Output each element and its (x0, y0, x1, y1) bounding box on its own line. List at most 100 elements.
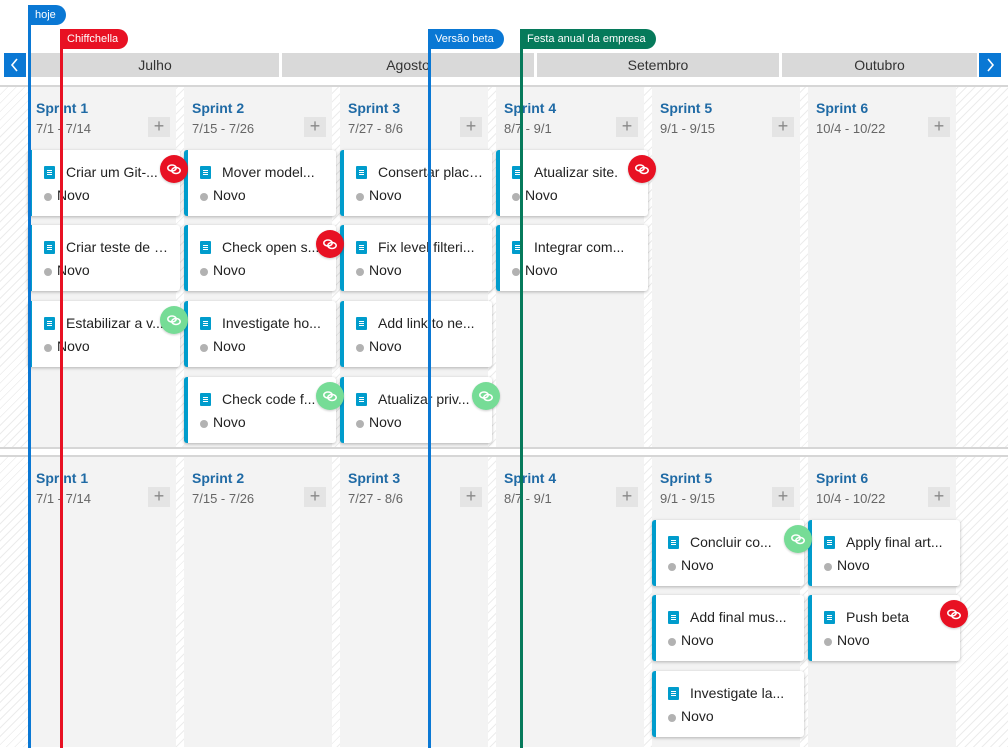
backlog-item-icon (200, 393, 211, 406)
work-item-card[interactable]: Fix level filteri... Novo (340, 225, 492, 291)
work-item-title[interactable]: Criar um Git-... (66, 164, 172, 180)
backlog-item-icon (356, 166, 367, 179)
sprint-column: Sprint 3 7/27 - 8/6 + Consertar placa... Nov… (340, 87, 500, 447)
work-item-state: Novo (369, 338, 402, 354)
work-item-card[interactable]: Criar teste de u... Novo (28, 225, 180, 291)
work-item-card[interactable]: Investigate la... Novo (652, 671, 804, 737)
work-item-title[interactable]: Criar teste de u... (66, 239, 172, 255)
sprint-dates: 7/1 - 7/14 (36, 121, 91, 136)
work-item-title[interactable]: Push beta (846, 609, 952, 625)
backlog-item-icon (200, 317, 211, 330)
state-dot-icon (356, 420, 364, 428)
work-item-title[interactable]: Apply final art... (846, 534, 952, 550)
state-dot-icon (356, 193, 364, 201)
dependency-link-icon[interactable] (472, 382, 500, 410)
add-item-button[interactable]: + (928, 117, 950, 137)
add-item-button[interactable]: + (148, 487, 170, 507)
dependency-error-link-icon[interactable] (160, 155, 188, 183)
add-item-button[interactable]: + (304, 487, 326, 507)
state-dot-icon (44, 268, 52, 276)
add-item-button[interactable]: + (616, 117, 638, 137)
work-item-title[interactable]: Check open s... (222, 239, 328, 255)
sprint-dates: 7/27 - 8/6 (348, 491, 403, 506)
dependency-link-icon[interactable] (316, 382, 344, 410)
add-item-button[interactable]: + (772, 117, 794, 137)
work-item-card[interactable]: Investigate ho... Novo (184, 301, 336, 367)
work-item-card[interactable]: Consertar placa... Novo (340, 150, 492, 216)
state-dot-icon (356, 344, 364, 352)
prev-month-button[interactable] (4, 53, 26, 77)
dependency-error-link-icon[interactable] (940, 600, 968, 628)
sprint-title[interactable]: Sprint 6 (816, 470, 868, 486)
work-item-card[interactable]: Push beta Novo (808, 595, 960, 661)
add-item-button[interactable]: + (616, 487, 638, 507)
work-item-title[interactable]: Estabilizar a v... (66, 315, 172, 331)
sprint-title[interactable]: Sprint 2 (192, 100, 244, 116)
add-item-button[interactable]: + (304, 117, 326, 137)
work-item-card[interactable]: Estabilizar a v... Novo (28, 301, 180, 367)
state-dot-icon (668, 563, 676, 571)
work-item-title[interactable]: Mover model... (222, 164, 328, 180)
chevron-left-icon (10, 58, 18, 72)
work-item-title[interactable]: Add final mus... (690, 609, 796, 625)
work-item-card[interactable]: Integrar com... Novo (496, 225, 648, 291)
state-dot-icon (824, 638, 832, 646)
sprint-title[interactable]: Sprint 4 (504, 470, 556, 486)
work-item-title[interactable]: Add link to ne... (378, 315, 484, 331)
sprint-title[interactable]: Sprint 3 (348, 470, 400, 486)
add-item-button[interactable]: + (928, 487, 950, 507)
add-item-button[interactable]: + (148, 117, 170, 137)
work-item-title[interactable]: Check code f... (222, 391, 328, 407)
work-item-card[interactable]: Apply final art... Novo (808, 520, 960, 586)
work-item-title[interactable]: Fix level filteri... (378, 239, 484, 255)
next-month-button[interactable] (979, 53, 1001, 77)
state-dot-icon (200, 268, 208, 276)
sprint-title[interactable]: Sprint 3 (348, 100, 400, 116)
dependency-link-icon[interactable] (160, 306, 188, 334)
marker-flag-chiffchella[interactable]: Chiffchella (60, 29, 129, 49)
work-item-card[interactable]: Atualizar site. Novo (496, 150, 648, 216)
work-item-title[interactable]: Investigate ho... (222, 315, 328, 331)
work-item-state: Novo (369, 262, 402, 278)
add-item-button[interactable]: + (460, 117, 482, 137)
marker-flag-versao-beta[interactable]: Versão beta (428, 29, 504, 49)
work-item-card[interactable]: Atualizar priv... Novo (340, 377, 492, 443)
work-item-card[interactable]: Add link to ne... Novo (340, 301, 492, 367)
work-item-card[interactable]: Check code f... Novo (184, 377, 336, 443)
work-item-card[interactable]: Add final mus... Novo (652, 595, 804, 661)
work-item-title[interactable]: Integrar com... (534, 239, 640, 255)
backlog-item-icon (824, 611, 835, 624)
backlog-item-icon (44, 317, 55, 330)
work-item-title[interactable]: Investigate la... (690, 685, 796, 701)
work-item-title[interactable]: Atualizar site. (534, 164, 640, 180)
work-item-card[interactable]: Check open s... Novo (184, 225, 336, 291)
state-dot-icon (824, 563, 832, 571)
dependency-error-link-icon[interactable] (628, 155, 656, 183)
sprint-title[interactable]: Sprint 4 (504, 100, 556, 116)
month-setembro: Setembro (537, 53, 779, 77)
dependency-link-icon[interactable] (784, 525, 812, 553)
backlog-item-icon (356, 317, 367, 330)
sprint-title[interactable]: Sprint 5 (660, 470, 712, 486)
work-item-title[interactable]: Concluir co... (690, 534, 796, 550)
sprint-title[interactable]: Sprint 2 (192, 470, 244, 486)
add-item-button[interactable]: + (772, 487, 794, 507)
sprint-title[interactable]: Sprint 5 (660, 100, 712, 116)
marker-line-versao-beta (428, 30, 431, 748)
dependency-error-link-icon[interactable] (316, 230, 344, 258)
work-item-card[interactable]: Criar um Git-... Novo (28, 150, 180, 216)
sprint-dates: 10/4 - 10/22 (816, 491, 886, 506)
work-item-title[interactable]: Consertar placa... (378, 164, 484, 180)
state-dot-icon (512, 268, 520, 276)
sprint-dates: 9/1 - 9/15 (660, 491, 715, 506)
marker-flag-hoje[interactable]: hoje (28, 5, 66, 25)
work-item-card[interactable]: Concluir co... Novo (652, 520, 804, 586)
sprint-title[interactable]: Sprint 6 (816, 100, 868, 116)
sprint-column: Sprint 3 7/27 - 8/6 + (340, 457, 488, 747)
sprint-dates: 7/15 - 7/26 (192, 121, 255, 136)
marker-flag-festa-anual[interactable]: Festa anual da empresa (520, 29, 656, 49)
work-item-card[interactable]: Mover model... Novo (184, 150, 336, 216)
work-item-title[interactable]: Atualizar priv... (378, 391, 484, 407)
add-item-button[interactable]: + (460, 487, 482, 507)
state-dot-icon (200, 344, 208, 352)
